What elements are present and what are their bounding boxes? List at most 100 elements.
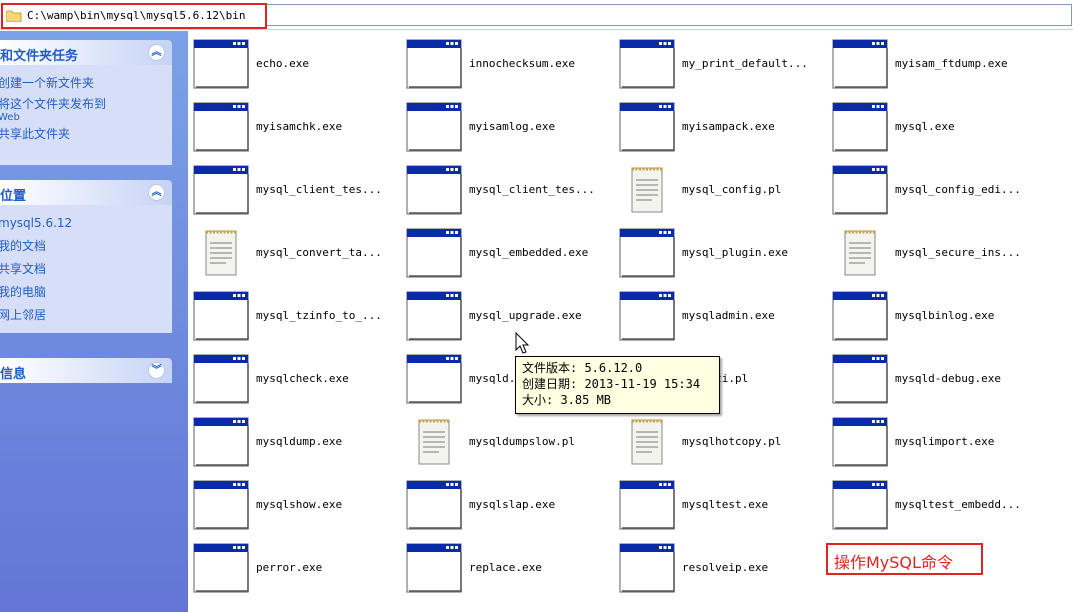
exe-window-icon (831, 38, 889, 90)
file-item[interactable]: myisamchk.exe (188, 99, 400, 155)
folder-tasks-panel: 和文件夹任务 ︽ 创建一个新文件夹 将这个文件夹发布到 Web 共享此文件夹 (0, 40, 172, 165)
notepad-document-icon (618, 164, 676, 216)
file-item[interactable]: mysqltest.exe (614, 477, 826, 533)
file-list: echo.exe innochecksum.exe my_print_default… (188, 31, 1073, 612)
task-new-folder[interactable]: 创建一个新文件夹 (0, 75, 172, 91)
address-bar: C:\wamp\bin\mysql\mysql5.6.12\bin (0, 0, 1073, 30)
file-item[interactable]: mysql_tzinfo_to_... (188, 288, 400, 344)
file-item[interactable]: mysqlcheck.exe (188, 351, 400, 407)
file-item[interactable]: myisampack.exe (614, 99, 826, 155)
file-item[interactable]: my_print_default... (614, 36, 826, 92)
exe-window-icon (831, 416, 889, 468)
file-name: mysqladmin.exe (682, 309, 775, 322)
file-item[interactable]: mysql_secure_ins... (827, 225, 1039, 281)
file-item[interactable]: mysqldump.exe (188, 414, 400, 470)
exe-window-icon (618, 290, 676, 342)
file-item[interactable]: mysqldumpslow.pl (401, 414, 613, 470)
exe-window-icon (618, 38, 676, 90)
exe-window-icon (831, 101, 889, 153)
exe-window-icon (192, 479, 250, 531)
file-item[interactable]: mysqlbinlog.exe (827, 288, 1039, 344)
address-highlight-box[interactable]: C:\wamp\bin\mysql\mysql5.6.12\bin (1, 3, 267, 29)
place-my-computer[interactable]: 我的电脑 (0, 284, 172, 300)
file-item[interactable]: resolveip.exe (614, 540, 826, 596)
file-name: myisamchk.exe (256, 120, 343, 133)
task-share-folder[interactable]: 共享此文件夹 (0, 126, 172, 142)
file-item[interactable]: mysqld-debug.exe (827, 351, 1039, 407)
address-input[interactable] (266, 4, 1072, 26)
file-item[interactable]: mysql_plugin.exe (614, 225, 826, 281)
file-item[interactable]: mysqlimport.exe (827, 414, 1039, 470)
file-item[interactable]: mysql_config.pl (614, 162, 826, 218)
place-my-documents[interactable]: 我的文档 (0, 238, 172, 254)
file-item[interactable]: mysqlshow.exe (188, 477, 400, 533)
task-pane: 和文件夹任务 ︽ 创建一个新文件夹 将这个文件夹发布到 Web 共享此文件夹 位… (0, 31, 188, 612)
file-name: mysql_embedded.exe (469, 246, 589, 259)
details-header[interactable]: 信息 ︾ (0, 358, 172, 383)
task-publish-web[interactable]: 将这个文件夹发布到 (0, 96, 172, 112)
file-item[interactable]: innochecksum.exe (401, 36, 613, 92)
file-name: myisampack.exe (682, 120, 775, 133)
file-item[interactable]: mysqlslap.exe (401, 477, 613, 533)
task-publish-web-suffix[interactable]: Web (0, 112, 172, 123)
file-name: mysql_config_edi... (895, 183, 1021, 196)
file-item[interactable]: myisamlog.exe (401, 99, 613, 155)
exe-window-icon (192, 416, 250, 468)
collapse-icon[interactable]: ︽ (148, 44, 165, 61)
file-name: mysqldumpslow.pl (469, 435, 575, 448)
other-places-header[interactable]: 位置 ︽ (0, 180, 172, 205)
folder-icon (6, 10, 22, 22)
file-item[interactable]: perror.exe (188, 540, 400, 596)
exe-window-icon (405, 542, 463, 594)
folder-tasks-header[interactable]: 和文件夹任务 ︽ (0, 40, 172, 65)
file-item[interactable]: myisam_ftdump.exe (827, 36, 1039, 92)
place-mysql-folder[interactable]: mysql5.6.12 (0, 215, 172, 231)
file-name: mysql.exe (895, 120, 955, 133)
file-name: mysqlshow.exe (256, 498, 343, 511)
notepad-document-icon (405, 416, 463, 468)
exe-window-icon (405, 227, 463, 279)
place-network[interactable]: 网上邻居 (0, 307, 172, 323)
file-item[interactable]: mysqltest_embedd... (827, 477, 1039, 533)
file-item[interactable]: mysqladmin.exe (614, 288, 826, 344)
exe-window-icon (405, 38, 463, 90)
file-item[interactable]: mysql_upgrade.exe (401, 288, 613, 344)
expand-icon[interactable]: ︾ (148, 362, 165, 379)
file-name: mysqltest_embedd... (895, 498, 1021, 511)
file-name: mysqldump.exe (256, 435, 343, 448)
file-item[interactable]: replace.exe (401, 540, 613, 596)
file-name: mysqlimport.exe (895, 435, 995, 448)
file-item[interactable]: mysqlhotcopy.pl (614, 414, 826, 470)
exe-window-icon (405, 164, 463, 216)
file-name: mysql_config.pl (682, 183, 782, 196)
file-item[interactable]: mysql_convert_ta... (188, 225, 400, 281)
file-item[interactable]: mysql_client_tes... (401, 162, 613, 218)
tooltip-version: 文件版本: 5.6.12.0 (522, 361, 643, 375)
file-item[interactable]: mysql_client_tes... (188, 162, 400, 218)
tooltip-size: 大小: 3.85 MB (522, 393, 612, 407)
details-title: 信息 (0, 367, 27, 382)
mouse-cursor-icon (515, 332, 530, 354)
exe-window-icon (192, 290, 250, 342)
file-name: mysql_upgrade.exe (469, 309, 582, 322)
file-name: mysqld. (469, 372, 516, 385)
file-name: mysql_convert_ta... (256, 246, 382, 259)
collapse-icon[interactable]: ︽ (148, 184, 165, 201)
file-name: mysqlcheck.exe (256, 372, 349, 385)
file-name: mysqlhotcopy.pl (682, 435, 782, 448)
place-shared-documents[interactable]: 共享文档 (0, 261, 172, 277)
file-item[interactable]: mysql.exe (827, 99, 1039, 155)
file-info-tooltip: 文件版本: 5.6.12.0 创建日期: 2013-11-19 15:34 大小… (515, 356, 720, 414)
file-item[interactable]: mysql_embedded.exe (401, 225, 613, 281)
exe-window-icon (405, 101, 463, 153)
file-item[interactable]: mysql_config_edi... (827, 162, 1039, 218)
folder-tasks-body: 创建一个新文件夹 将这个文件夹发布到 Web 共享此文件夹 (0, 65, 172, 165)
other-places-panel: 位置 ︽ mysql5.6.12 我的文档 共享文档 我的电脑 网上邻居 (0, 180, 172, 333)
file-name: mysqlslap.exe (469, 498, 556, 511)
file-item[interactable]: echo.exe (188, 36, 400, 92)
exe-window-icon (618, 479, 676, 531)
exe-window-icon (405, 290, 463, 342)
folder-tasks-title: 和文件夹任务 (0, 49, 79, 64)
notepad-document-icon (831, 227, 889, 279)
annotation-label: 操作MySQL命令 (826, 543, 983, 575)
